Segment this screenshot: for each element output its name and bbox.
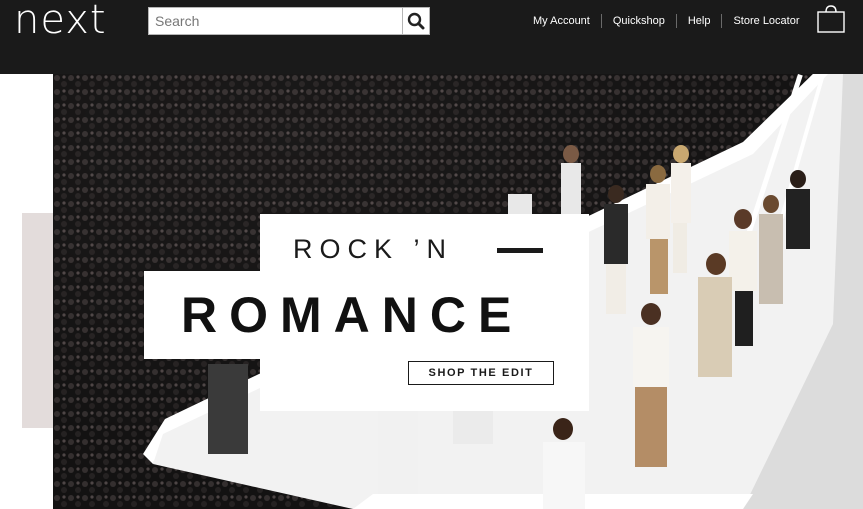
search-icon xyxy=(407,12,425,30)
next-logo[interactable]: next xyxy=(14,0,107,46)
shop-the-edit-button[interactable]: SHOP THE EDIT xyxy=(408,361,554,385)
search-input[interactable] xyxy=(149,8,402,34)
search-button[interactable] xyxy=(402,8,429,34)
side-promo-panel xyxy=(22,213,53,428)
nav-help[interactable]: Help xyxy=(675,14,722,28)
site-header: next My Account Quickshop Help Store Loc… xyxy=(0,0,863,74)
hero-banner[interactable]: ROCK ’N ROMANCE SHOP THE EDIT xyxy=(53,74,863,509)
headline-dash xyxy=(497,248,543,253)
header-nav: My Account Quickshop Help Store Locator xyxy=(522,14,811,28)
headline-line-1: ROCK ’N xyxy=(293,234,454,264)
nav-quickshop[interactable]: Quickshop xyxy=(600,14,676,28)
headline-line-2: ROMANCE xyxy=(181,287,524,343)
search-bar xyxy=(148,7,430,35)
nav-my-account[interactable]: My Account xyxy=(522,14,601,28)
shopping-bag-icon[interactable] xyxy=(816,5,846,33)
nav-store-locator[interactable]: Store Locator xyxy=(721,14,810,28)
